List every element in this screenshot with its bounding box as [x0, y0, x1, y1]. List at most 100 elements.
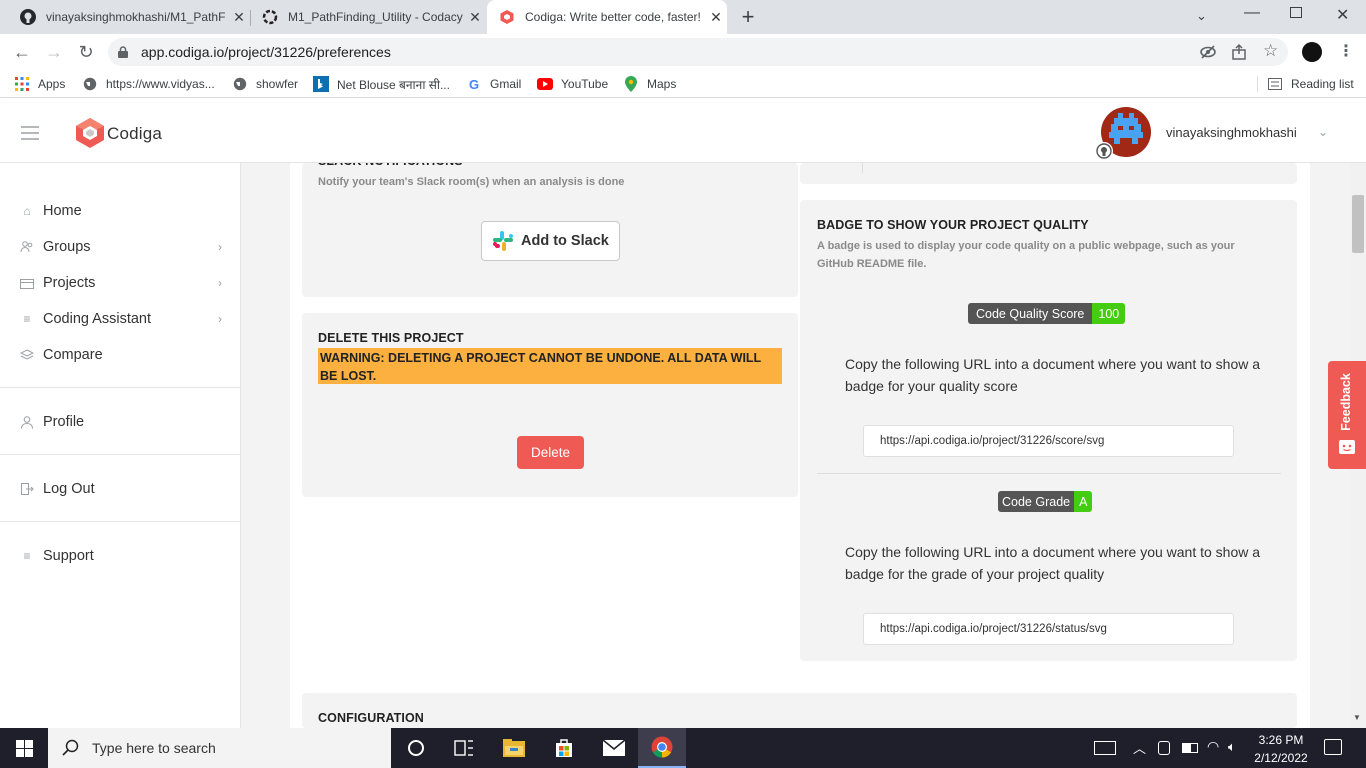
- close-tab-icon[interactable]: ✕: [464, 9, 486, 26]
- codiga-tab-icon: [499, 9, 515, 25]
- bookmark-youtube[interactable]: YouTube: [537, 70, 608, 98]
- sidebar-item-home[interactable]: ⌂ Home: [0, 193, 240, 229]
- bookmark-label: Gmail: [490, 77, 522, 91]
- sidebar-item-label: Groups: [43, 239, 91, 255]
- browser-tab[interactable]: M1_PathFinding_Utility - Codacy ✕: [250, 0, 486, 34]
- lock-icon[interactable]: [118, 45, 128, 58]
- browser-tab-active[interactable]: Codiga: Write better code, faster! ✕: [487, 0, 727, 34]
- slack-subtitle: Notify your team's Slack room(s) when an…: [318, 176, 625, 188]
- sidebar-divider: [0, 454, 240, 455]
- hamburger-menu-icon[interactable]: [21, 126, 39, 140]
- globe-icon: [232, 76, 248, 92]
- bookmark-star-icon[interactable]: ☆: [1263, 41, 1278, 61]
- mail-icon[interactable]: [590, 728, 638, 768]
- bookmark-maps[interactable]: Maps: [623, 70, 676, 98]
- taskbar-search[interactable]: Type here to search: [48, 728, 391, 768]
- sidebar-item-label: Log Out: [43, 481, 95, 497]
- sidebar-item-projects[interactable]: Projects ›: [0, 265, 240, 301]
- notifications-icon[interactable]: [1324, 739, 1342, 755]
- sidebar-item-label: Compare: [43, 347, 103, 363]
- tab-title: vinayaksinghmokhashi/M1_PathF: [46, 10, 226, 24]
- close-tab-icon[interactable]: ✕: [705, 9, 727, 26]
- sidebar-item-logout[interactable]: Log Out: [0, 471, 240, 507]
- search-placeholder: Type here to search: [92, 740, 216, 756]
- bookmark-net-blouse[interactable]: Net Blouse बनाना सी...: [313, 70, 450, 98]
- windows-start-icon[interactable]: [0, 728, 48, 768]
- file-explorer-icon[interactable]: [490, 728, 538, 768]
- github-icon: [20, 9, 36, 25]
- new-tab-button[interactable]: +: [736, 4, 760, 30]
- sidebar-item-coding-assistant[interactable]: ≡ Coding Assistant ›: [0, 301, 240, 337]
- reading-list-button[interactable]: Reading list: [1267, 70, 1354, 98]
- chevron-right-icon: ›: [218, 240, 222, 254]
- bookmark-gmail[interactable]: G Gmail: [466, 70, 521, 98]
- url-text[interactable]: app.codiga.io/project/31226/preferences: [141, 44, 391, 60]
- delete-warning: WARNING: DELETING A PROJECT CANNOT BE UN…: [318, 348, 782, 384]
- username-label[interactable]: vinayaksinghmokhashi: [1166, 125, 1297, 140]
- keyboard-layout-icon[interactable]: [1094, 741, 1116, 755]
- bookmark-label: Net Blouse बनाना सी...: [337, 77, 450, 92]
- forward-icon[interactable]: →: [44, 42, 64, 62]
- card-divider: [862, 163, 863, 173]
- score-url-field[interactable]: https://api.codiga.io/project/31226/scor…: [863, 425, 1234, 457]
- sidebar-item-compare[interactable]: Compare: [0, 337, 240, 373]
- share-icon[interactable]: [1230, 43, 1248, 61]
- network-device-icon[interactable]: [1158, 741, 1170, 755]
- sidebar-item-label: Home: [43, 203, 82, 219]
- configuration-title: CONFIGURATION: [318, 711, 424, 725]
- browser-tab[interactable]: vinayaksinghmokhashi/M1_PathF ✕: [8, 0, 250, 34]
- menu-kebab-icon[interactable]: ⋮: [1338, 41, 1354, 61]
- wifi-icon[interactable]: ◠: [1207, 738, 1219, 755]
- bookmark-apps[interactable]: Apps: [14, 70, 65, 98]
- sidebar-item-label: Projects: [43, 275, 96, 291]
- reading-list-label: Reading list: [1291, 77, 1354, 91]
- minimize-icon[interactable]: —: [1244, 4, 1260, 22]
- scrollbar-thumb[interactable]: [1352, 195, 1364, 253]
- slack-icon: [492, 230, 514, 252]
- apps-grid-icon: [14, 76, 30, 92]
- reload-icon[interactable]: ↻: [76, 42, 96, 62]
- cortana-icon[interactable]: [392, 728, 440, 768]
- list-icon: ≡: [23, 312, 31, 326]
- sidebar-item-groups[interactable]: Groups ›: [0, 229, 240, 265]
- layers-icon: [20, 348, 34, 362]
- codiga-logo-icon[interactable]: [75, 117, 105, 149]
- chevron-right-icon: ›: [218, 312, 222, 326]
- sidebar-item-profile[interactable]: Profile: [0, 404, 240, 440]
- bookmark-label: showfer: [256, 77, 299, 91]
- show-hidden-icons-chevron[interactable]: ︿: [1133, 738, 1146, 757]
- eye-slash-icon[interactable]: [1199, 43, 1217, 61]
- chrome-taskbar-icon[interactable]: [638, 728, 686, 768]
- profile-avatar[interactable]: [1302, 42, 1322, 62]
- restore-icon[interactable]: [1290, 7, 1302, 18]
- delete-button[interactable]: Delete: [517, 436, 584, 469]
- tab-search-chevron-icon[interactable]: ⌄: [1196, 8, 1207, 24]
- add-to-slack-button[interactable]: Add to Slack: [481, 221, 620, 261]
- close-tab-icon[interactable]: ✕: [228, 9, 250, 26]
- bookmark-showfer[interactable]: showfer: [232, 70, 298, 98]
- bookmark-vidyas[interactable]: https://www.vidyas...: [82, 70, 215, 98]
- clock-date: 2/12/2022: [1254, 751, 1308, 765]
- close-window-icon[interactable]: ✕: [1336, 5, 1349, 25]
- battery-icon[interactable]: [1182, 743, 1198, 753]
- logout-icon: [20, 482, 34, 496]
- code-grade-value: A: [1074, 491, 1093, 512]
- grade-instructions: Copy the following URL into a document w…: [845, 544, 1261, 582]
- users-icon: [20, 240, 34, 254]
- app-header: [0, 103, 1366, 163]
- app-logo-text[interactable]: Codiga: [107, 124, 162, 144]
- taskbar-clock[interactable]: 3:26 PM 2/12/2022: [1250, 731, 1312, 767]
- delete-title: DELETE THIS PROJECT: [318, 331, 464, 345]
- back-icon[interactable]: ←: [12, 42, 32, 62]
- microsoft-store-icon[interactable]: [540, 728, 588, 768]
- task-view-icon[interactable]: [440, 728, 488, 768]
- search-icon: [62, 739, 80, 757]
- folder-icon: [20, 276, 34, 290]
- quality-score-badge: Code Quality Score 100: [968, 303, 1126, 324]
- volume-icon[interactable]: 🔈︎: [1228, 739, 1236, 755]
- user-menu-chevron-icon[interactable]: ⌄: [1318, 125, 1328, 139]
- sidebar-item-support[interactable]: ≡ Support: [0, 538, 240, 574]
- grade-url-field[interactable]: https://api.codiga.io/project/31226/stat…: [863, 613, 1234, 645]
- configuration-card: [302, 693, 1297, 728]
- scroll-down-arrow-icon[interactable]: ▼: [1353, 713, 1361, 722]
